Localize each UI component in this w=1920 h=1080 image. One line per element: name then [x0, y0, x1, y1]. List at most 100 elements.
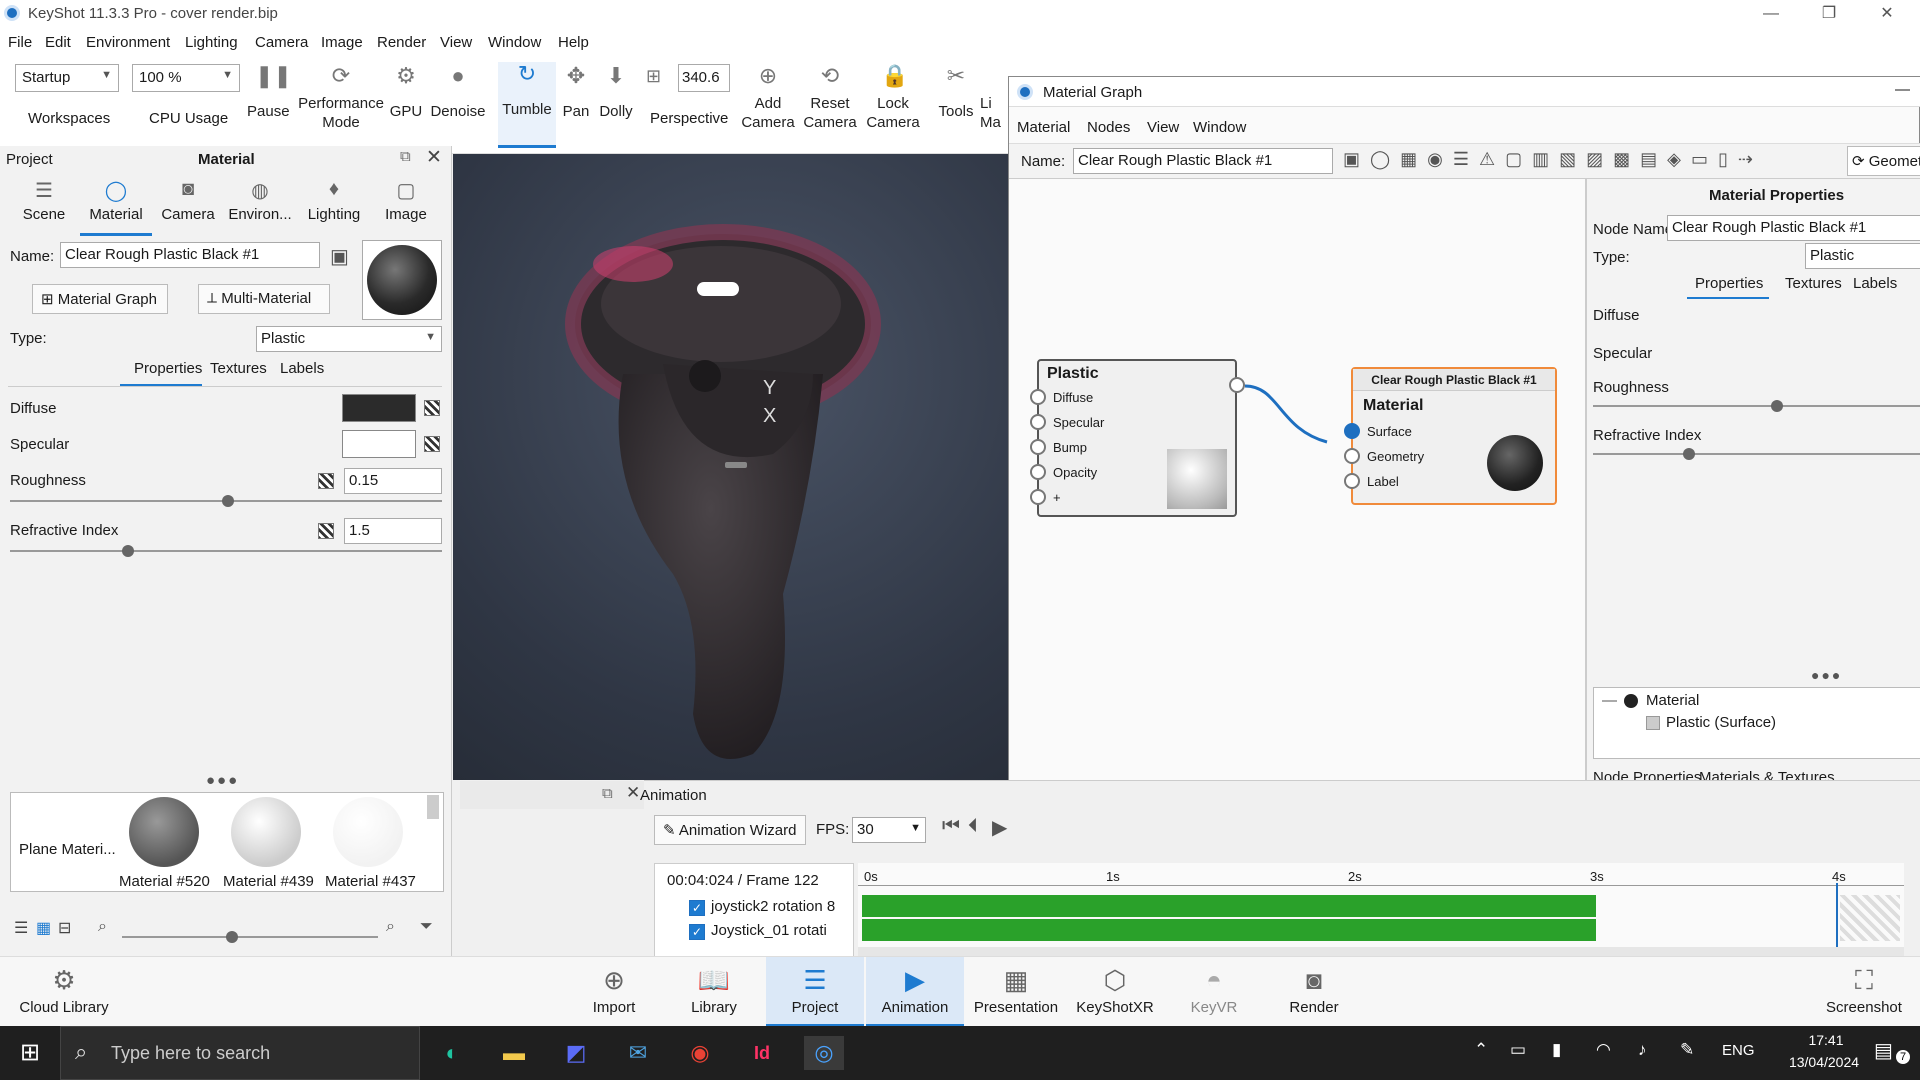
- reset-camera-button[interactable]: ⟲ Reset Camera: [802, 64, 858, 132]
- props-roughness-slider[interactable]: [1593, 400, 1920, 412]
- specular-texture-icon[interactable]: [424, 436, 440, 452]
- app-icon[interactable]: ◩: [556, 1036, 596, 1070]
- save-icon[interactable]: ▣: [330, 244, 349, 269]
- keyshotxr-button[interactable]: ⬡ KeyShotXR: [1070, 957, 1160, 1027]
- workspace-select[interactable]: Startup ▼: [15, 64, 119, 92]
- props-refractive-knob[interactable]: [1683, 448, 1695, 460]
- tumble-button[interactable]: ↻ Tumble: [498, 62, 556, 148]
- edge-icon[interactable]: ◐: [432, 1036, 472, 1070]
- taskbar-search-box[interactable]: ⌕ Type here to search: [60, 1026, 420, 1080]
- diffuse-texture-icon[interactable]: [424, 400, 440, 416]
- wifi-icon[interactable]: ◠: [1596, 1040, 1611, 1060]
- bump-port[interactable]: [1030, 439, 1046, 455]
- menu-file[interactable]: File: [8, 34, 32, 51]
- timeline[interactable]: 0s 1s 2s 3s 4s: [858, 863, 1904, 959]
- track-1-bar[interactable]: [862, 895, 1596, 917]
- lock-camera-button[interactable]: 🔒 Lock Camera: [864, 64, 922, 132]
- track-2-checkbox[interactable]: ✓: [689, 924, 705, 940]
- battery-icon[interactable]: ▮: [1552, 1040, 1561, 1060]
- performance-mode-button[interactable]: ⟳ Performance Mode: [296, 64, 386, 132]
- more-dots-icon[interactable]: ●●●: [206, 772, 239, 789]
- tree-item-material[interactable]: Material: [1646, 692, 1699, 709]
- pen-icon[interactable]: ✎: [1680, 1040, 1694, 1060]
- track-1-label[interactable]: joystick2 rotation 8: [711, 898, 835, 915]
- track-2-label[interactable]: Joystick_01 rotati: [711, 922, 827, 939]
- animation-wizard-button[interactable]: ✎ Animation Wizard: [654, 815, 806, 845]
- dolly-button[interactable]: ⬇ Dolly: [596, 64, 636, 121]
- library-thumb-439[interactable]: [231, 797, 301, 867]
- roughness-texture-icon[interactable]: [318, 473, 334, 489]
- tools-button[interactable]: ✂ Tools: [936, 64, 976, 121]
- graph-menu-material[interactable]: Material: [1017, 119, 1070, 136]
- node-type-select[interactable]: Plastic: [1805, 243, 1920, 269]
- graph-minimize-button[interactable]: —: [1895, 81, 1910, 98]
- type-select[interactable]: Plastic ▼: [256, 326, 442, 352]
- multi-material-button[interactable]: ⟂ Multi-Material: [198, 284, 330, 314]
- menu-image[interactable]: Image: [321, 34, 363, 51]
- graph-name-input[interactable]: Clear Rough Plastic Black #1: [1073, 148, 1333, 174]
- menu-render[interactable]: Render: [377, 34, 426, 51]
- fov-field[interactable]: 340.6: [678, 64, 730, 92]
- library-item-437[interactable]: Material #437: [325, 873, 416, 890]
- windows-start-icon[interactable]: ⊞: [10, 1036, 50, 1070]
- zoom-in-icon[interactable]: ⌕: [386, 918, 395, 936]
- plastic-output-port[interactable]: [1229, 377, 1245, 393]
- plastic-node[interactable]: Plastic Diffuse Specular Bump Opacity +: [1030, 359, 1245, 517]
- add-camera-button[interactable]: ⊕ Add Camera: [740, 64, 796, 132]
- track-2-bar[interactable]: [862, 919, 1596, 941]
- library-item-plane[interactable]: Plane Materi...: [19, 841, 116, 858]
- cpu-usage-select[interactable]: 100 % ▼: [132, 64, 240, 92]
- subtab-textures[interactable]: Textures: [210, 360, 267, 377]
- display-icon[interactable]: ▭: [1510, 1040, 1526, 1060]
- graph-toolbar-icons[interactable]: ▣◯▦◉☰⚠▢▥▧▨▩▤◈▭▯⇢: [1343, 149, 1763, 170]
- specular-color-swatch[interactable]: [342, 430, 416, 458]
- filter-icon[interactable]: ⏷: [420, 918, 433, 936]
- add-port[interactable]: [1030, 489, 1046, 505]
- chrome-icon[interactable]: ◉: [680, 1036, 720, 1070]
- props-subtab-labels[interactable]: Labels: [1853, 275, 1897, 292]
- chevron-up-icon[interactable]: ⌃: [1474, 1040, 1488, 1060]
- graph-menu-window[interactable]: Window: [1193, 119, 1246, 136]
- maximize-button[interactable]: ❐: [1806, 0, 1852, 28]
- render-viewport[interactable]: Y X: [453, 154, 1008, 780]
- thumbnail-size-slider[interactable]: [122, 931, 378, 943]
- graph-canvas[interactable]: Plastic Diffuse Specular Bump Opacity + …: [1009, 179, 1585, 863]
- menu-window[interactable]: Window: [488, 34, 541, 51]
- roughness-input[interactable]: 0.15: [344, 468, 442, 494]
- surface-port[interactable]: [1344, 423, 1360, 439]
- keyshot-taskbar-icon[interactable]: ◎: [804, 1036, 844, 1070]
- volume-icon[interactable]: ♪: [1638, 1040, 1647, 1060]
- refractive-texture-icon[interactable]: [318, 523, 334, 539]
- menu-environment[interactable]: Environment: [86, 34, 170, 51]
- indesign-icon[interactable]: Id: [742, 1036, 782, 1070]
- undock-icon[interactable]: ⧉: [602, 785, 613, 802]
- props-refractive-slider[interactable]: [1593, 448, 1920, 460]
- label-port[interactable]: [1344, 473, 1360, 489]
- library-scrollbar[interactable]: [427, 795, 439, 819]
- tab-image[interactable]: ▢ Image: [370, 178, 442, 223]
- diffuse-port[interactable]: [1030, 389, 1046, 405]
- menu-camera[interactable]: Camera: [255, 34, 308, 51]
- menu-lighting[interactable]: Lighting: [185, 34, 238, 51]
- subtab-properties[interactable]: Properties: [128, 360, 208, 383]
- material-node[interactable]: Clear Rough Plastic Black #1 Material Su…: [1344, 367, 1557, 505]
- render-button[interactable]: ◙ Render: [1272, 957, 1356, 1027]
- refractive-index-slider[interactable]: [10, 545, 442, 557]
- library-item-439[interactable]: Material #439: [223, 873, 314, 890]
- language-indicator[interactable]: ENG: [1722, 1042, 1755, 1059]
- undock-icon[interactable]: ⧉: [400, 148, 411, 165]
- menu-edit[interactable]: Edit: [45, 34, 71, 51]
- props-more-dots-icon[interactable]: ●●●: [1811, 667, 1842, 683]
- presentation-button[interactable]: ▦ Presentation: [966, 957, 1066, 1027]
- opacity-port[interactable]: [1030, 464, 1046, 480]
- specular-port[interactable]: [1030, 414, 1046, 430]
- close-panel-icon[interactable]: ✕: [426, 146, 442, 169]
- graph-menu-nodes[interactable]: Nodes: [1087, 119, 1130, 136]
- denoise-button[interactable]: ● Denoise: [430, 64, 486, 121]
- node-name-input[interactable]: Clear Rough Plastic Black #1: [1667, 215, 1920, 241]
- tab-camera[interactable]: ◙ Camera: [152, 178, 224, 223]
- menu-help[interactable]: Help: [558, 34, 589, 51]
- library-item-520[interactable]: Material #520: [119, 873, 210, 890]
- material-name-input[interactable]: Clear Rough Plastic Black #1: [60, 242, 320, 268]
- props-subtab-properties[interactable]: Properties: [1695, 275, 1763, 292]
